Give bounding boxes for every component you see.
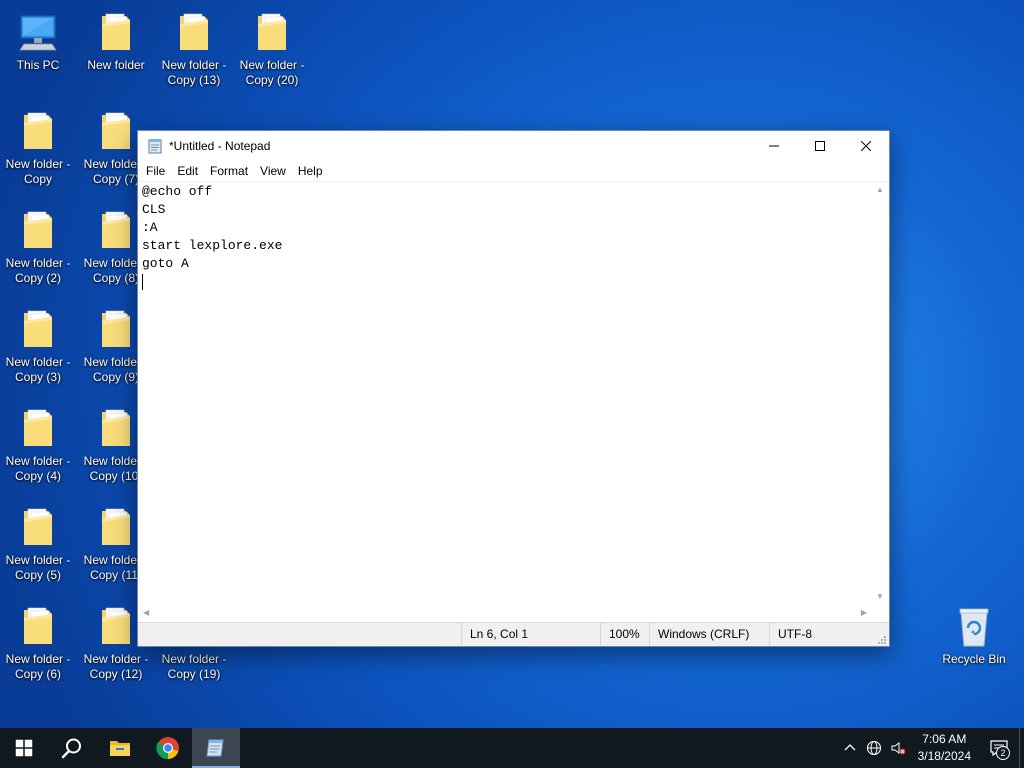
menu-format[interactable]: Format xyxy=(204,161,254,181)
desktop-icon-label: New folder - Copy (2) xyxy=(5,256,71,285)
desktop-icon-label: New folder - Copy xyxy=(5,157,71,186)
network-button[interactable] xyxy=(862,728,886,768)
folder-icon xyxy=(110,741,130,756)
close-button[interactable] xyxy=(843,131,889,161)
folder-icon xyxy=(96,505,136,549)
desktop-folder[interactable]: New folder - Copy (6) xyxy=(0,594,76,690)
desktop-this-pc[interactable]: This PC xyxy=(0,0,76,96)
notepad-taskbar-button[interactable] xyxy=(192,728,240,768)
close-icon xyxy=(861,141,871,151)
line-ending: Windows (CRLF) xyxy=(649,623,770,646)
folder-icon xyxy=(18,505,58,549)
minimize-icon xyxy=(769,145,779,147)
search-button[interactable] xyxy=(48,728,96,768)
globe-network-icon xyxy=(866,740,881,756)
desktop-icon-label: New folder - Copy (19) xyxy=(161,652,227,681)
desktop-icon-label: New folder - Copy (13) xyxy=(161,58,227,87)
start-button[interactable] xyxy=(0,728,48,768)
taskbar: 7:06 AM 3/18/2024 2 xyxy=(0,728,1024,768)
desktop-recycle-bin[interactable]: Recycle Bin xyxy=(936,594,1012,690)
cursor-position: Ln 6, Col 1 xyxy=(461,623,601,646)
title-bar[interactable]: *Untitled - Notepad xyxy=(138,131,889,161)
notepad-icon xyxy=(147,138,163,154)
zoom-level: 100% xyxy=(600,623,651,646)
notepad-icon xyxy=(206,739,224,757)
chrome-button[interactable] xyxy=(144,728,192,768)
file-explorer-button[interactable] xyxy=(96,728,144,768)
text-caret xyxy=(142,274,143,290)
speaker-muted-icon xyxy=(891,742,906,755)
desktop-icon-label: New folder - Copy (5) xyxy=(5,553,71,582)
desktop-folder[interactable]: New folder - Copy (13) xyxy=(156,0,232,96)
vertical-scrollbar[interactable]: ▲ ▼ xyxy=(872,182,889,605)
volume-button[interactable] xyxy=(886,728,910,768)
notepad-window[interactable]: *Untitled - Notepad File Edit Format Vie… xyxy=(137,130,890,647)
desktop-icon-label: Recycle Bin xyxy=(942,652,1006,666)
menu-file[interactable]: File xyxy=(140,161,171,181)
minimize-button[interactable] xyxy=(751,131,797,161)
text-editor-area[interactable]: @echo off CLS :A start lexplore.exe goto… xyxy=(138,181,889,622)
status-bar: Ln 6, Col 1 100% Windows (CRLF) UTF-8 xyxy=(138,622,889,646)
desktop-folder[interactable]: New folder xyxy=(78,0,154,96)
desktop-icon-label: New folder - Copy (4) xyxy=(5,454,71,483)
chevron-up-icon xyxy=(844,744,856,751)
editor-content: @echo off CLS :A start lexplore.exe goto… xyxy=(142,184,283,271)
desktop-folder[interactable]: New folder - Copy (20) xyxy=(234,0,310,96)
system-tray: 7:06 AM 3/18/2024 2 xyxy=(838,728,1024,768)
folder-icon xyxy=(96,109,136,153)
scroll-down-arrow-icon[interactable]: ▼ xyxy=(876,593,884,601)
desktop-folder[interactable]: New folder - Copy (5) xyxy=(0,495,76,591)
scroll-right-arrow-icon[interactable]: ▶ xyxy=(861,609,867,617)
clock-date: 3/18/2024 xyxy=(917,749,971,763)
computer-icon xyxy=(18,10,58,54)
maximize-icon xyxy=(815,141,825,151)
chrome-icon xyxy=(156,737,179,760)
desktop-folder[interactable]: New folder - Copy xyxy=(0,99,76,195)
folder-icon xyxy=(96,604,136,648)
scroll-left-arrow-icon[interactable]: ◀ xyxy=(143,609,149,617)
folder-icon xyxy=(96,406,136,450)
folder-icon xyxy=(96,208,136,252)
folder-icon xyxy=(18,109,58,153)
editor-text[interactable]: @echo off CLS :A start lexplore.exe goto… xyxy=(142,182,872,605)
notification-badge: 2 xyxy=(996,746,1010,760)
desktop-folder[interactable]: New folder - Copy (2) xyxy=(0,198,76,294)
folder-icon xyxy=(96,10,136,54)
desktop-folder[interactable]: New folder - Copy (4) xyxy=(0,396,76,492)
search-icon xyxy=(61,738,81,759)
recycle-bin-icon xyxy=(954,604,994,648)
folder-icon xyxy=(18,208,58,252)
folder-icon xyxy=(252,10,292,54)
windows-logo-icon xyxy=(15,739,33,757)
menu-view[interactable]: View xyxy=(254,161,292,181)
desktop-icon-label: New folder - Copy (12) xyxy=(83,652,149,681)
action-center-button[interactable]: 2 xyxy=(979,728,1019,768)
show-desktop-button[interactable] xyxy=(1019,728,1024,768)
menu-help[interactable]: Help xyxy=(292,161,329,181)
desktop-icon-label: New folder - Copy (6) xyxy=(5,652,71,681)
maximize-button[interactable] xyxy=(797,131,843,161)
scroll-up-arrow-icon[interactable]: ▲ xyxy=(876,186,884,194)
clock-time: 7:06 AM xyxy=(922,732,967,746)
menu-edit[interactable]: Edit xyxy=(171,161,204,181)
folder-icon xyxy=(174,10,214,54)
desktop-icon-label: New folder xyxy=(87,58,145,72)
resize-grip-icon[interactable] xyxy=(877,634,887,644)
desktop-icon-label: New folder - Copy (20) xyxy=(239,58,305,87)
folder-icon xyxy=(18,307,58,351)
folder-icon xyxy=(18,406,58,450)
horizontal-scrollbar[interactable]: ◀ ▶ xyxy=(138,605,872,622)
desktop-icon-label: This PC xyxy=(16,58,60,72)
folder-icon xyxy=(18,604,58,648)
menu-bar: File Edit Format View Help xyxy=(138,161,889,181)
folder-icon xyxy=(96,307,136,351)
encoding: UTF-8 xyxy=(769,623,869,646)
desktop-icon-label: New folder - Copy (3) xyxy=(5,355,71,384)
window-title: *Untitled - Notepad xyxy=(169,139,271,153)
desktop-folder[interactable]: New folder - Copy (3) xyxy=(0,297,76,393)
show-hidden-icons-button[interactable] xyxy=(838,728,862,768)
clock[interactable]: 7:06 AM 3/18/2024 xyxy=(910,731,979,765)
scroll-corner xyxy=(872,605,889,622)
